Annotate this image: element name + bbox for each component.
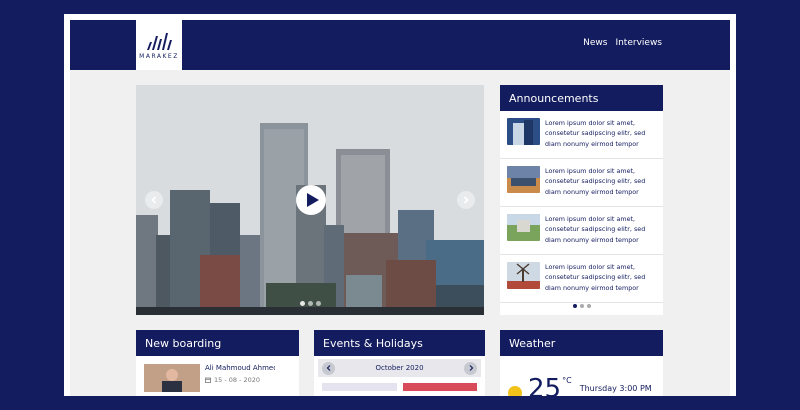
top-navbar: MARAKEZ News Interviews: [70, 20, 730, 70]
logo-text: MARAKEZ: [139, 53, 179, 60]
calendar-holiday[interactable]: [402, 383, 477, 391]
announcement-item[interactable]: Lorem ipsum dolor sit amet, consetetur s…: [500, 159, 663, 207]
weather-row: 25 °C Thursday 3:00 PM: [500, 356, 663, 396]
weather-unit: °C: [562, 376, 572, 385]
play-icon: [306, 193, 319, 207]
calendar-header: October 2020: [318, 359, 481, 377]
main-content: Announcements Lorem ipsum dolor sit amet…: [70, 70, 730, 396]
new-boarding-panel: New boarding Ali Mahmoud Ahmed 15 - 08 -…: [136, 330, 299, 396]
new-boarding-title: New boarding: [136, 330, 299, 356]
weather-title: Weather: [500, 330, 663, 356]
nav-link-interviews[interactable]: Interviews: [615, 38, 662, 48]
announcements-title: Announcements: [500, 85, 663, 111]
calendar-next-button[interactable]: [464, 361, 477, 375]
announcement-thumbnail: [507, 118, 540, 145]
weather-panel: Weather 25 °C Thursday 3:00 PM: [500, 330, 663, 396]
sun-icon: [508, 386, 522, 396]
person-name: Ali Mahmoud Ahmed: [205, 364, 275, 372]
announcement-item[interactable]: Lorem ipsum dolor sit amet, consetetur s…: [500, 255, 663, 303]
logo[interactable]: MARAKEZ: [136, 20, 182, 70]
announcements-panel: Announcements Lorem ipsum dolor sit amet…: [500, 85, 663, 315]
nav-link-news[interactable]: News: [583, 38, 607, 48]
person-photo: [144, 364, 200, 392]
boarding-person-card[interactable]: Ali Mahmoud Ahmed 15 - 08 - 2020: [136, 356, 299, 396]
announcements-dot[interactable]: [586, 304, 591, 308]
chevron-left-icon: [151, 196, 157, 204]
weather-day: Thursday 3:00 PM: [579, 384, 652, 393]
carousel-dot[interactable]: [308, 301, 313, 306]
play-video-button[interactable]: [296, 185, 326, 215]
announcements-dot[interactable]: [572, 304, 577, 308]
announcements-dot[interactable]: [579, 304, 584, 308]
carousel-next-button[interactable]: [457, 191, 475, 209]
events-holidays-panel: Events & Holidays October 2020: [314, 330, 485, 396]
main-nav: News Interviews: [583, 38, 662, 48]
chevron-right-icon: [463, 196, 469, 204]
carousel-dot[interactable]: [300, 301, 305, 306]
carousel-pager: [300, 301, 321, 306]
chevron-left-icon: [326, 365, 330, 371]
weather-temperature: 25: [528, 374, 562, 396]
person-date: 15 - 08 - 2020: [214, 376, 261, 384]
announcements-pager: [500, 304, 663, 308]
announcement-thumbnail: [507, 214, 540, 241]
announcement-item[interactable]: Lorem ipsum dolor sit amet, consetetur s…: [500, 207, 663, 255]
calendar-event[interactable]: [322, 383, 397, 391]
carousel-dot[interactable]: [316, 301, 321, 306]
logo-mark-icon: [147, 33, 172, 50]
calendar-month: October 2020: [375, 364, 424, 372]
hero-carousel[interactable]: [136, 85, 484, 315]
person-date-row: 15 - 08 - 2020: [205, 376, 275, 384]
announcement-text: Lorem ipsum dolor sit amet, consetetur s…: [545, 215, 646, 244]
page-frame: MARAKEZ News Interviews Announcements Lo…: [64, 14, 736, 396]
chevron-right-icon: [469, 365, 473, 371]
calendar-icon: [205, 377, 211, 383]
calendar-prev-button[interactable]: [322, 361, 335, 375]
announcement-thumbnail: [507, 166, 540, 193]
carousel-prev-button[interactable]: [145, 191, 163, 209]
announcement-text: Lorem ipsum dolor sit amet, consetetur s…: [545, 263, 646, 292]
events-title: Events & Holidays: [314, 330, 485, 356]
announcement-text: Lorem ipsum dolor sit amet, consetetur s…: [545, 119, 646, 148]
announcement-item[interactable]: Lorem ipsum dolor sit amet, consetetur s…: [500, 111, 663, 159]
calendar-events-row: [322, 383, 477, 391]
person-info: Ali Mahmoud Ahmed 15 - 08 - 2020: [205, 364, 275, 392]
announcement-thumbnail: [507, 262, 540, 289]
announcement-text: Lorem ipsum dolor sit amet, consetetur s…: [545, 167, 646, 196]
